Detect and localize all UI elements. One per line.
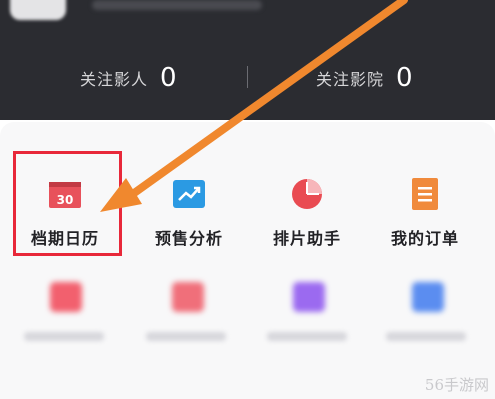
followed-cinemas-count: 0 [396,63,413,93]
menu-item-blurred-1[interactable] [2,282,126,352]
trend-chart-icon [173,178,205,210]
menu-item-blurred-3[interactable] [245,282,369,352]
followed-people-count: 0 [160,63,177,93]
followed-cinemas-label: 关注影院 [316,70,385,89]
blurred-label [267,332,347,341]
blurred-label [24,332,104,341]
followed-people-label: 关注影人 [80,70,149,89]
profile-header: 关注影人 0 关注影院 0 [0,0,495,120]
username-blurred [92,0,262,10]
blurred-icon [293,282,325,312]
menu-item-blurred-4[interactable] [364,282,488,352]
blurred-icon [172,282,204,312]
blurred-label [146,332,226,341]
blurred-label [386,332,466,341]
followed-people-stat[interactable]: 关注影人 0 [80,58,177,98]
blurred-icon [50,282,82,312]
highlight-box [13,151,122,256]
menu-item-label: 预售分析 [154,229,223,248]
watermark: 56手游网 [424,376,489,394]
stat-divider [247,66,248,88]
pie-chart-icon [291,178,323,210]
followed-cinemas-stat[interactable]: 关注影院 0 [316,58,413,98]
menu-item-scheduling-assistant[interactable]: 排片助手 [245,178,369,258]
menu-item-blurred-2[interactable] [124,282,248,352]
menu-item-my-orders[interactable]: 我的订单 [363,178,487,258]
blurred-icon [412,282,444,312]
order-list-icon [409,178,441,210]
menu-item-label: 我的订单 [390,229,459,248]
menu-item-presale-analysis[interactable]: 预售分析 [127,178,251,258]
avatar[interactable] [10,0,66,20]
menu-item-label: 排片助手 [272,229,341,248]
